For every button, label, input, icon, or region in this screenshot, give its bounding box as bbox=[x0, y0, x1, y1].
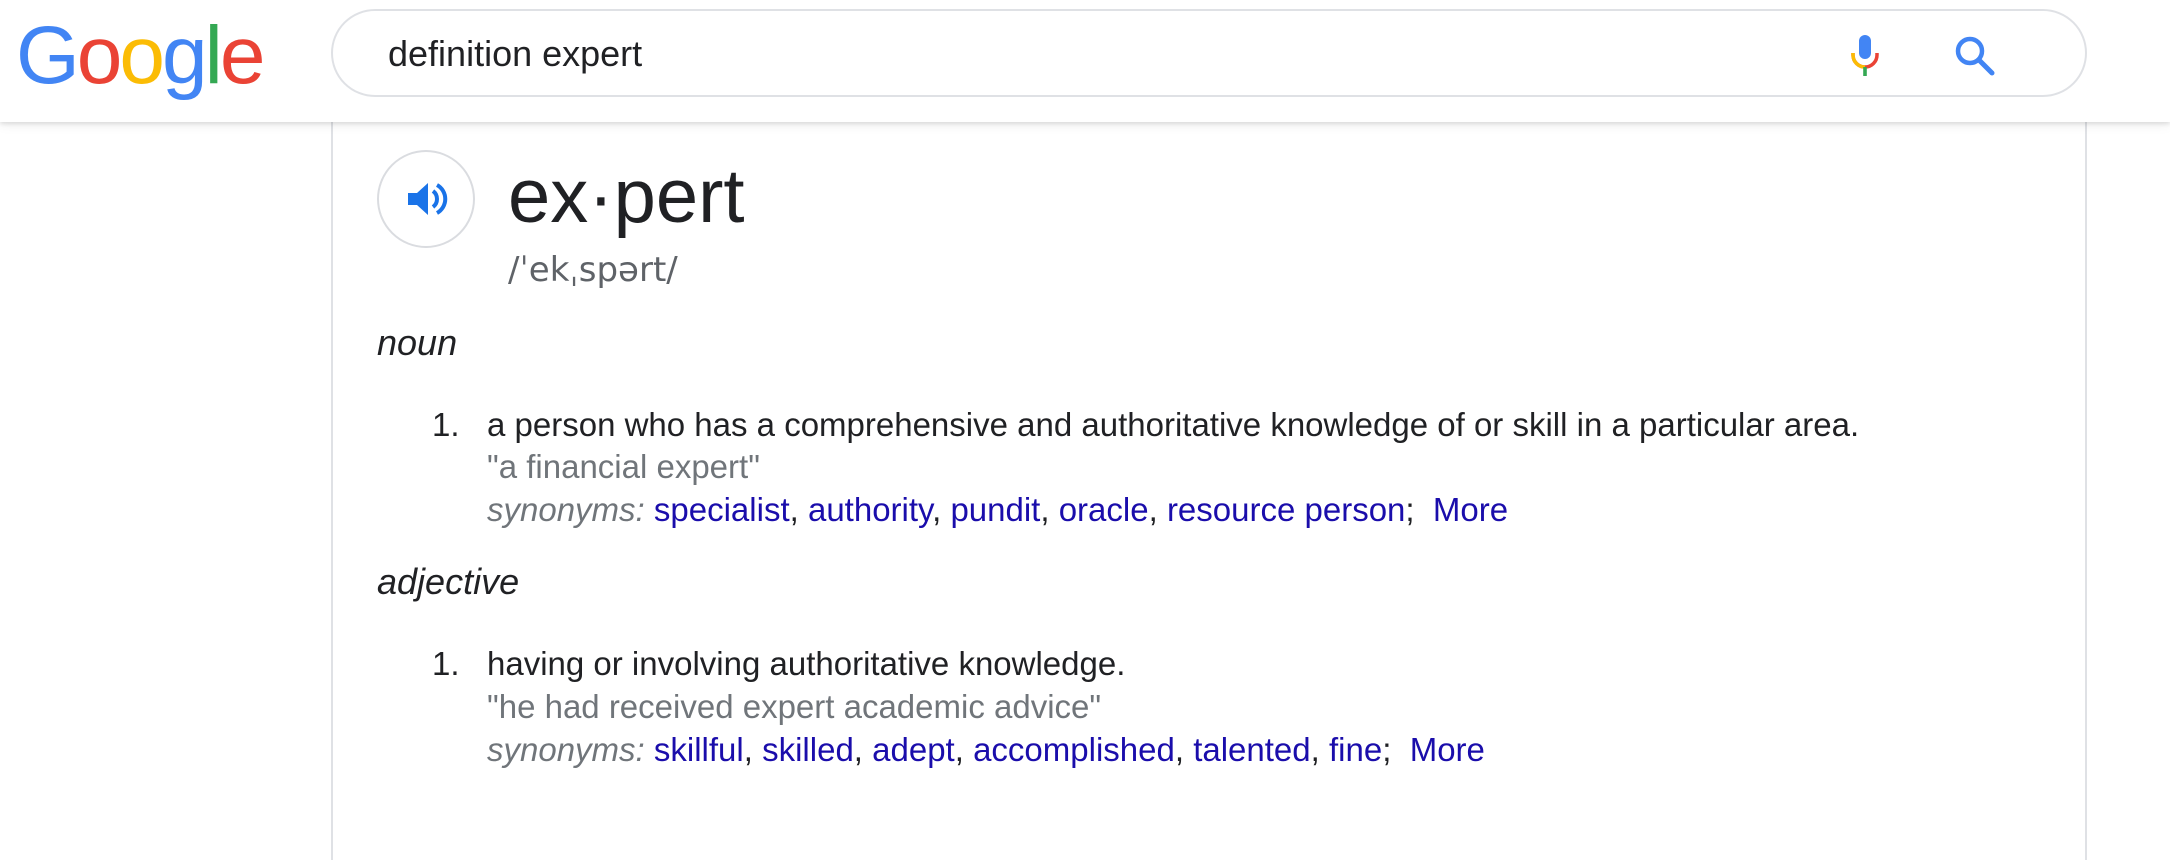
synonym-link[interactable]: talented bbox=[1193, 731, 1310, 768]
google-logo[interactable]: Google bbox=[16, 8, 266, 104]
more-synonyms-link[interactable]: More bbox=[1433, 491, 1508, 528]
synonym-link[interactable]: pundit bbox=[950, 491, 1040, 528]
synonym-link[interactable]: adept bbox=[872, 731, 955, 768]
synonym-link[interactable]: skillful bbox=[654, 731, 744, 768]
synonym-link[interactable]: skilled bbox=[762, 731, 854, 768]
logo-letter: o bbox=[119, 10, 165, 101]
synonyms-line: synonyms: specialist, authority, pundit,… bbox=[487, 491, 1509, 528]
synonyms-label: synonyms: bbox=[487, 731, 645, 768]
definition-number: 1. bbox=[432, 406, 460, 443]
search-input[interactable] bbox=[388, 31, 1888, 77]
magnifier-icon bbox=[1955, 36, 1995, 76]
logo-letter: e bbox=[219, 10, 266, 101]
synonym-link[interactable]: resource person bbox=[1167, 491, 1405, 528]
speaker-icon bbox=[408, 183, 448, 215]
synonym-link[interactable]: specialist bbox=[654, 491, 790, 528]
example-sentence: "a financial expert" bbox=[487, 448, 760, 485]
pronunciation-button[interactable] bbox=[377, 150, 475, 248]
logo-letter: g bbox=[162, 10, 208, 101]
definition-text: having or involving authoritative knowle… bbox=[487, 645, 1126, 682]
search-header: Google bbox=[0, 0, 2170, 122]
part-of-speech-noun: noun bbox=[377, 322, 458, 363]
search-box bbox=[331, 9, 2087, 97]
synonyms-label: synonyms: bbox=[487, 491, 645, 528]
search-button[interactable] bbox=[1948, 29, 2002, 83]
synonyms-line: synonyms: skillful, skilled, adept, acco… bbox=[487, 731, 1485, 768]
synonym-link[interactable]: oracle bbox=[1059, 491, 1149, 528]
microphone-icon bbox=[1851, 35, 1879, 76]
example-sentence: "he had received expert academic advice" bbox=[487, 688, 1102, 725]
synonym-link[interactable]: fine bbox=[1329, 731, 1382, 768]
headword: ex·pert bbox=[508, 154, 745, 239]
logo-letter: o bbox=[76, 10, 123, 101]
part-of-speech-adjective: adjective bbox=[377, 561, 520, 602]
definition-number: 1. bbox=[432, 645, 460, 682]
phonetic-spelling: /ˈekˌspərt/ bbox=[508, 250, 678, 290]
definition-text: a person who has a comprehensive and aut… bbox=[487, 406, 1860, 443]
logo-letter: G bbox=[16, 10, 80, 101]
synonym-link[interactable]: accomplished bbox=[973, 731, 1175, 768]
voice-search-button[interactable] bbox=[1838, 29, 1892, 83]
more-synonyms-link[interactable]: More bbox=[1410, 731, 1485, 768]
logo-letter: l bbox=[204, 10, 223, 101]
synonym-link[interactable]: authority bbox=[808, 491, 932, 528]
